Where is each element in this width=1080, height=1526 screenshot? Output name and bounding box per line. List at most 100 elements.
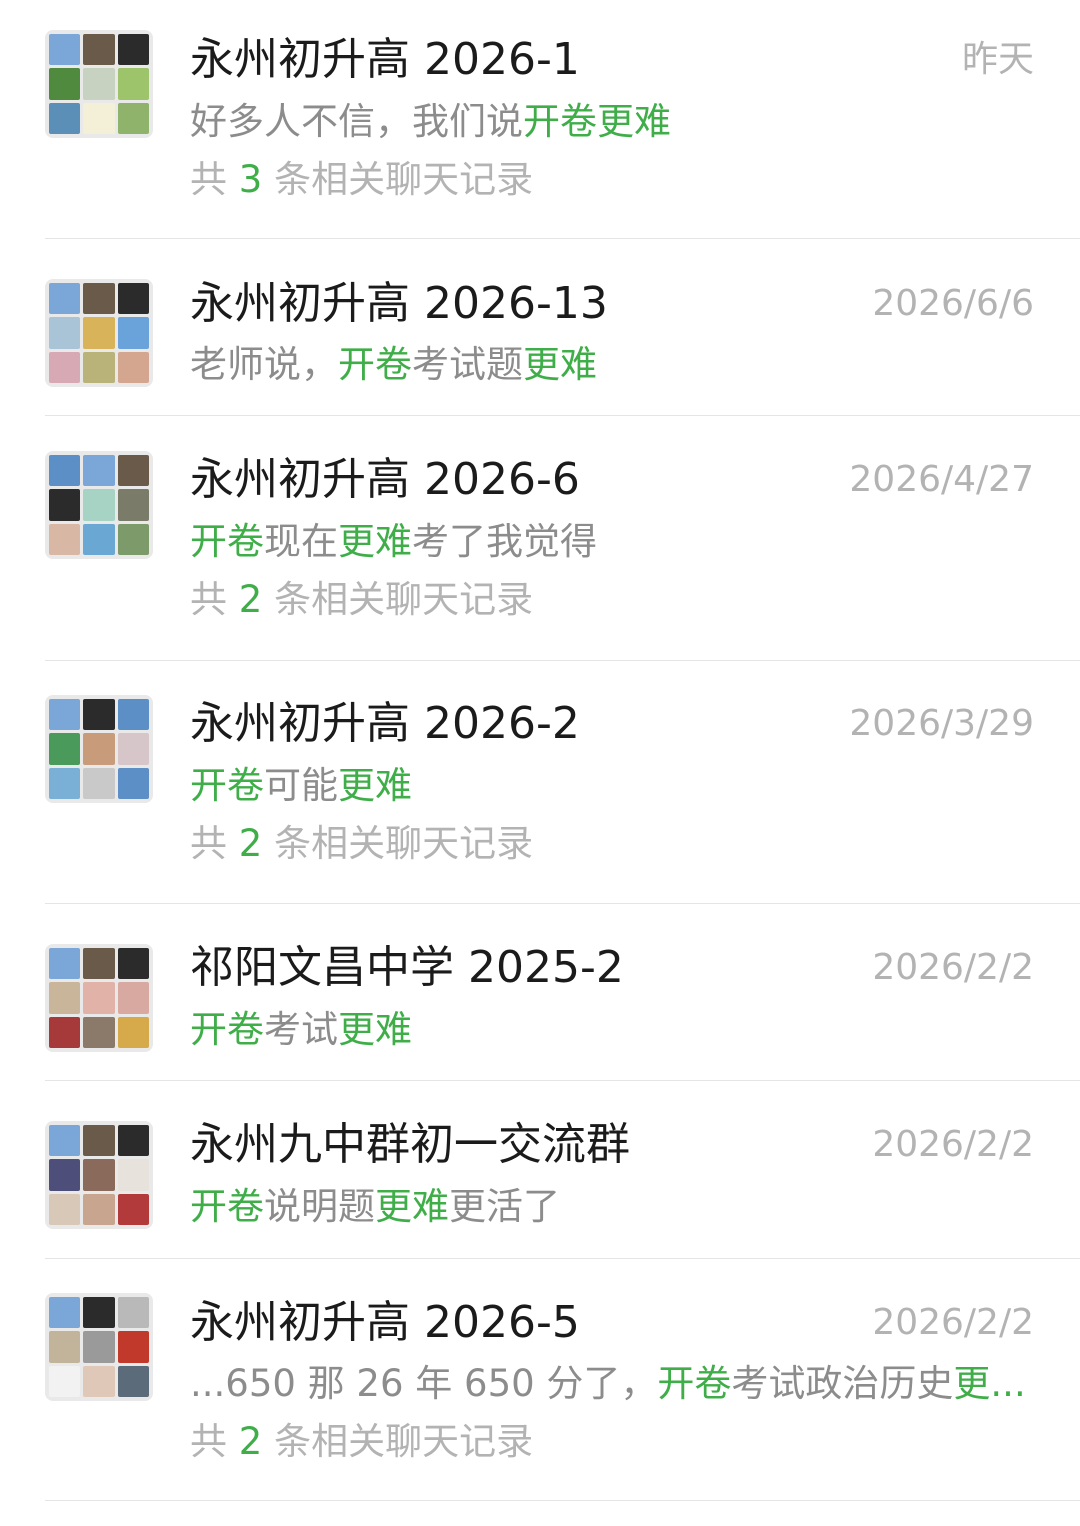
keyword-highlight: 开卷	[190, 520, 264, 563]
count-suffix: 条相关聊天记录	[274, 578, 534, 621]
avatar-tile	[49, 68, 81, 100]
search-result-item[interactable]: 永州九中群初一交流群 2026/2/2 开卷说明题更难更活了	[0, 0, 1080, 1526]
count-prefix: 共	[190, 578, 227, 621]
keyword-highlight: 更难	[523, 343, 597, 386]
avatar-tile	[117, 1193, 149, 1225]
avatar-tile	[49, 283, 81, 315]
avatar-tile	[49, 1365, 81, 1397]
avatar-tile	[117, 1331, 149, 1363]
search-result-item[interactable]: 永州初升高 2026-5 2026/2/2 ...650 那 26 年 650 分了…	[0, 0, 1080, 1526]
avatar-tile	[49, 317, 81, 349]
avatar-tile	[49, 1159, 81, 1191]
group-avatar-icon	[45, 695, 153, 803]
avatar-tile	[83, 1297, 115, 1329]
avatar-tile	[83, 1193, 115, 1225]
keyword-highlight: 开卷	[657, 1362, 732, 1405]
avatar-tile	[49, 455, 81, 487]
avatar-tile	[49, 102, 81, 134]
count-prefix: 共	[190, 158, 227, 201]
count-prefix: 共	[190, 1420, 227, 1463]
avatar-tile	[83, 733, 115, 765]
message-time: 昨天	[961, 39, 1034, 80]
avatar-tile	[49, 1193, 81, 1225]
avatar-tile	[49, 767, 81, 799]
related-records-count[interactable]: 共 2 条相关聊天记录	[190, 821, 533, 867]
keyword-highlight: 更难	[375, 1185, 449, 1228]
message-snippet: 开卷可能更难	[190, 763, 412, 809]
group-avatar-icon	[45, 30, 153, 138]
related-records-count[interactable]: 共 2 条相关聊天记录	[190, 577, 533, 623]
keyword-highlight: 开卷	[190, 1185, 264, 1228]
count-suffix: 条相关聊天记录	[274, 822, 534, 865]
avatar-tile	[83, 1016, 115, 1048]
search-result-item[interactable]: 永州初升高 2026-1 昨天 好多人不信，我们说开卷更难共 3 条相关聊天记录	[0, 0, 1080, 1526]
avatar-tile	[83, 68, 115, 100]
avatar-tile	[49, 1016, 81, 1048]
group-name: 祁阳文昌中学 2025-2	[190, 942, 624, 993]
avatar-tile	[117, 34, 149, 66]
avatar-tile	[49, 489, 81, 521]
message-snippet: 开卷考试更难	[190, 1007, 412, 1053]
search-result-item[interactable]: 祁阳文昌中学 2025-2 2026/2/2 开卷考试更难	[0, 0, 1080, 1526]
group-name: 永州初升高 2026-6	[190, 454, 580, 505]
avatar-tile	[49, 948, 81, 980]
avatar-tile	[117, 351, 149, 383]
group-avatar-icon	[45, 944, 153, 1052]
avatar-tile	[83, 317, 115, 349]
group-avatar-icon	[45, 1293, 153, 1401]
snippet-text: ...650 那 26 年 650 分了，	[190, 1362, 658, 1405]
avatar-tile	[83, 34, 115, 66]
keyword-highlight: 开卷	[338, 343, 412, 386]
avatar-tile	[83, 283, 115, 315]
row-divider	[45, 1500, 1080, 1501]
avatar-tile	[117, 283, 149, 315]
avatar-tile	[49, 34, 81, 66]
row-divider	[45, 660, 1080, 661]
snippet-text: 考试题	[412, 343, 523, 386]
avatar-tile	[117, 699, 149, 731]
row-divider	[45, 1080, 1080, 1081]
avatar-tile	[83, 1125, 115, 1157]
avatar-tile	[49, 523, 81, 555]
message-snippet: 开卷说明题更难更活了	[190, 1184, 560, 1230]
related-records-count[interactable]: 共 3 条相关聊天记录	[190, 157, 533, 203]
search-result-item[interactable]: 永州初升高 2026-6 2026/4/27 开卷现在更难考了我觉得共 2 条相关聊…	[0, 0, 1080, 1526]
row-divider	[45, 1258, 1080, 1259]
avatar-tile	[117, 455, 149, 487]
message-time: 2026/2/2	[872, 947, 1034, 988]
keyword-highlight: 更难	[338, 764, 412, 807]
avatar-tile	[83, 102, 115, 134]
avatar-tile	[117, 102, 149, 134]
snippet-text: 更活了	[449, 1185, 560, 1228]
message-time: 2026/2/2	[872, 1302, 1034, 1343]
avatar-tile	[49, 699, 81, 731]
message-snippet: 老师说，开卷考试题更难	[190, 342, 597, 388]
avatar-tile	[117, 523, 149, 555]
group-avatar-icon	[45, 279, 153, 387]
avatar-tile	[117, 1159, 149, 1191]
avatar-tile	[49, 1125, 81, 1157]
avatar-tile	[117, 733, 149, 765]
related-records-count[interactable]: 共 2 条相关聊天记录	[190, 1419, 533, 1465]
keyword-highlight: 开卷	[190, 764, 264, 807]
keyword-highlight: 更难	[338, 1008, 412, 1051]
avatar-tile	[49, 351, 81, 383]
avatar-tile	[117, 1365, 149, 1397]
avatar-tile	[49, 982, 81, 1014]
avatar-tile	[83, 351, 115, 383]
count-prefix: 共	[190, 822, 227, 865]
snippet-text: 考试政治历史	[731, 1362, 954, 1405]
snippet-text: 老师说，	[190, 343, 338, 386]
search-result-item[interactable]: 永州初升高 2026-13 2026/6/6 老师说，开卷考试题更难	[0, 0, 1080, 1526]
avatar-tile	[117, 1016, 149, 1048]
avatar-tile	[83, 455, 115, 487]
avatar-tile	[83, 1331, 115, 1363]
message-snippet: 开卷现在更难考了我觉得	[190, 519, 597, 565]
chat-search-results: 永州初升高 2026-1 昨天 好多人不信，我们说开卷更难共 3 条相关聊天记录 永州…	[0, 0, 1080, 1526]
group-name: 永州九中群初一交流群	[190, 1119, 630, 1170]
keyword-highlight: 开卷更难	[523, 100, 671, 143]
avatar-tile	[83, 767, 115, 799]
avatar-tile	[49, 1297, 81, 1329]
search-result-item[interactable]: 永州初升高 2026-2 2026/3/29 开卷可能更难共 2 条相关聊天记录	[0, 0, 1080, 1526]
keyword-highlight: 更难	[338, 520, 412, 563]
